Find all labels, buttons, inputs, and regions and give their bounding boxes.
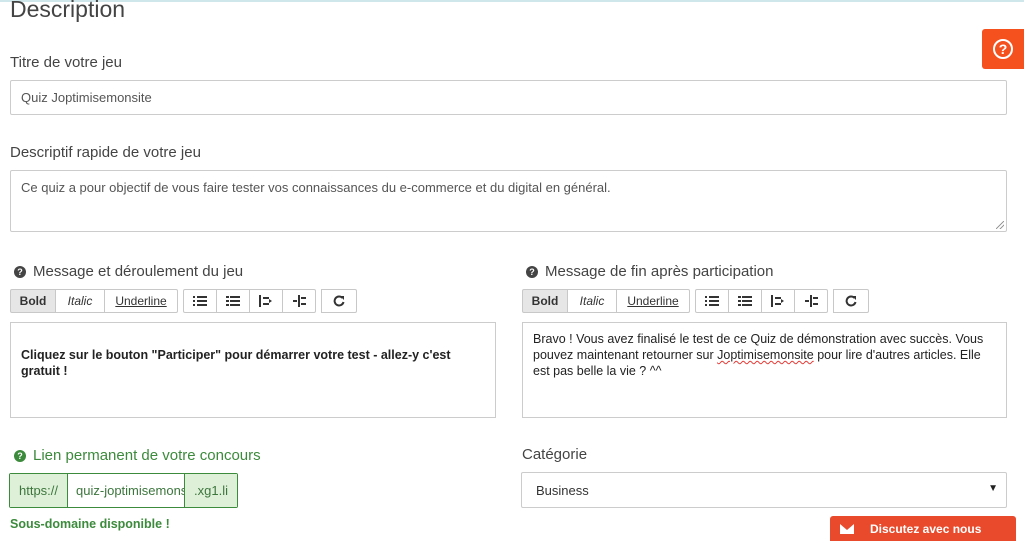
short-desc-label: Descriptif rapide de votre jeu (10, 144, 201, 161)
url-prefix: https:// (10, 474, 68, 507)
message-end-toolbar: Bold Italic Underline (522, 289, 874, 313)
indent-icon[interactable] (794, 289, 828, 313)
list-group (183, 289, 316, 313)
url-suffix: .xg1.li (185, 474, 237, 507)
history-group (321, 289, 357, 313)
undo-icon[interactable] (833, 289, 869, 313)
message-game-editor[interactable]: Cliquez sur le bouton "Participer" pour … (10, 322, 496, 418)
italic-button[interactable]: Italic (55, 289, 105, 313)
ordered-list-icon[interactable] (216, 289, 250, 313)
history-group (833, 289, 869, 313)
caret-down-icon: ▼ (988, 483, 998, 494)
chat-button[interactable]: Discutez avec nous (830, 516, 1016, 541)
permalink-input-group: https:// quiz-joptimisemonsite .xg1.li (9, 473, 238, 508)
permalink-label: Lien permanent de votre concours (33, 447, 261, 464)
short-desc-value: Ce quiz a pour objectif de vous faire te… (21, 180, 611, 195)
game-title-value: Quiz Joptimisemonsite (21, 90, 152, 105)
question-icon: ? (993, 39, 1013, 59)
message-game-label-row: ? Message et déroulement du jeu (14, 263, 243, 280)
envelope-icon (840, 523, 854, 534)
ordered-list-icon[interactable] (728, 289, 762, 313)
unordered-list-icon[interactable] (695, 289, 729, 313)
italic-button[interactable]: Italic (567, 289, 617, 313)
question-circle-icon[interactable]: ? (14, 266, 26, 278)
message-game-content: Cliquez sur le bouton "Participer" pour … (21, 348, 451, 378)
format-group: Bold Italic Underline (10, 289, 178, 313)
game-title-label: Titre de votre jeu (10, 54, 122, 71)
bold-button[interactable]: Bold (522, 289, 568, 313)
question-circle-icon[interactable]: ? (526, 266, 538, 278)
question-circle-icon[interactable]: ? (14, 450, 26, 462)
subdomain-input[interactable]: quiz-joptimisemonsite (67, 474, 186, 507)
message-game-toolbar: Bold Italic Underline (10, 289, 362, 313)
bold-button[interactable]: Bold (10, 289, 56, 313)
short-desc-textarea[interactable]: Ce quiz a pour objectif de vous faire te… (10, 170, 1007, 232)
unordered-list-icon[interactable] (183, 289, 217, 313)
indent-icon[interactable] (282, 289, 316, 313)
top-accent-line (0, 0, 1024, 2)
message-end-editor[interactable]: Bravo ! Vous avez finalisé le test de ce… (522, 322, 1007, 418)
underline-button[interactable]: Underline (616, 289, 690, 313)
subdomain-status: Sous-domaine disponible ! (10, 517, 170, 531)
resize-grip[interactable] (996, 221, 1004, 229)
list-group (695, 289, 828, 313)
page-title: Description (10, 0, 126, 22)
chat-label: Discutez avec nous (870, 521, 982, 536)
undo-icon[interactable] (321, 289, 357, 313)
permalink-label-row: ? Lien permanent de votre concours (14, 447, 261, 464)
message-end-label-row: ? Message de fin après participation (526, 263, 773, 280)
category-selected: Business (536, 482, 589, 498)
outdent-icon[interactable] (249, 289, 283, 313)
underline-button[interactable]: Underline (104, 289, 178, 313)
help-button[interactable]: ? (982, 29, 1024, 69)
message-game-label: Message et déroulement du jeu (33, 263, 244, 280)
category-select[interactable]: Business ▼ (521, 472, 1007, 508)
game-title-input[interactable]: Quiz Joptimisemonsite (10, 80, 1007, 115)
outdent-icon[interactable] (761, 289, 795, 313)
message-end-content-link: Joptimisemonsite (717, 348, 814, 362)
format-group: Bold Italic Underline (522, 289, 690, 313)
category-label: Catégorie (522, 446, 588, 463)
message-end-label: Message de fin après participation (545, 263, 774, 280)
